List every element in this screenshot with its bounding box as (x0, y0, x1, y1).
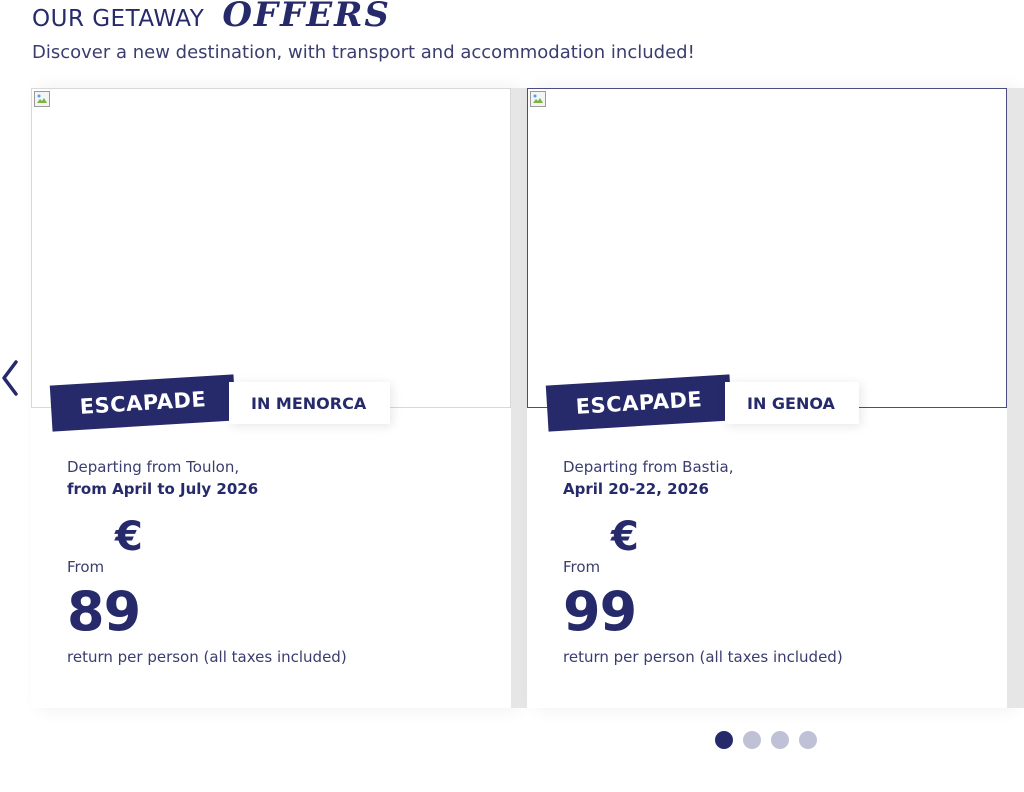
departing-text: Departing from Bastia, (563, 458, 734, 476)
price-block: € From 89 return per person (all taxes i… (67, 514, 487, 666)
carousel-gap (511, 88, 527, 708)
getaway-offers-page: OUR GETAWAY OFFERS Discover a new destin… (0, 0, 1024, 792)
section-subtitle: Discover a new destination, with transpo… (32, 42, 695, 63)
currency-symbol: € (115, 514, 143, 560)
heading-accent: OFFERS (222, 0, 391, 35)
departing-text: Departing from Toulon, (67, 458, 240, 476)
section-heading: OUR GETAWAY OFFERS (32, 0, 391, 32)
offer-card-menorca[interactable]: ESCAPADE IN MENORCA Departing from Toulo… (31, 88, 511, 708)
from-label: From (67, 558, 105, 576)
badge-destination: IN MENORCA (229, 382, 391, 424)
price-block: € From 99 return per person (all taxes i… (563, 514, 983, 666)
pagination-dot[interactable] (743, 731, 761, 749)
broken-image-icon (34, 91, 50, 107)
price-note: return per person (all taxes included) (563, 648, 843, 666)
badge-destination: IN GENOA (725, 382, 859, 424)
from-label: From (563, 558, 601, 576)
offer-details: Departing from Bastia, April 20-22, 2026… (563, 456, 983, 666)
dates-text: from April to July 2026 (67, 480, 259, 498)
offer-image (527, 88, 1007, 408)
price-value: 89 (67, 580, 141, 643)
broken-image-icon (530, 91, 546, 107)
offer-image (31, 88, 511, 408)
carousel-prev-button[interactable] (0, 358, 22, 398)
price-value: 99 (563, 580, 637, 643)
next-card-peek (1007, 88, 1024, 708)
dates-text: April 20-22, 2026 (563, 480, 709, 498)
currency-symbol: € (611, 514, 639, 560)
heading-title: OUR GETAWAY (32, 6, 205, 32)
price-note: return per person (all taxes included) (67, 648, 347, 666)
pagination-dot[interactable] (715, 731, 733, 749)
badge-escapade: ESCAPADE (545, 374, 733, 432)
chevron-left-icon (2, 360, 18, 396)
offer-details: Departing from Toulon, from April to Jul… (67, 456, 487, 666)
pagination-dot[interactable] (771, 731, 789, 749)
badge-escapade: ESCAPADE (49, 374, 237, 432)
offer-card-genoa[interactable]: ESCAPADE IN GENOA Departing from Bastia,… (527, 88, 1007, 708)
carousel-pagination (715, 731, 817, 749)
pagination-dot[interactable] (799, 731, 817, 749)
